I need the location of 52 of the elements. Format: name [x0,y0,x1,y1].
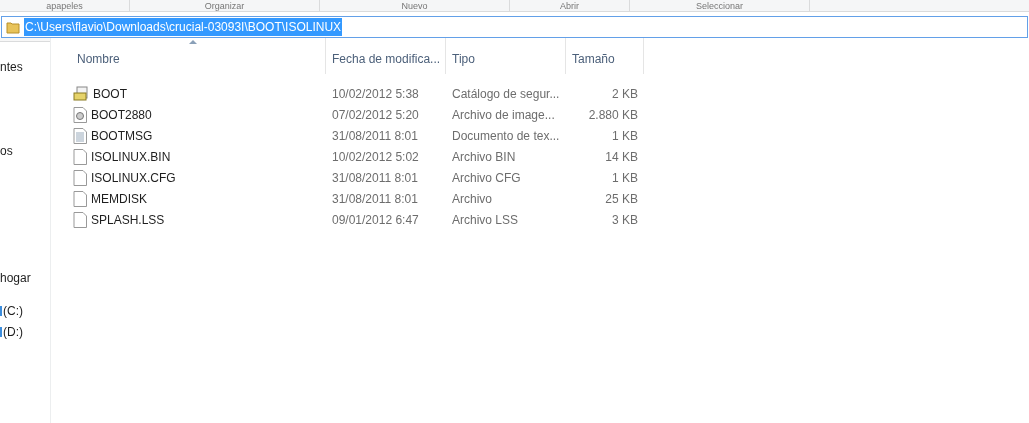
file-name[interactable]: ISOLINUX.BIN [91,147,171,166]
file-type: Archivo CFG [452,170,521,185]
file-date: 10/02/2012 5:02 [332,149,419,164]
file-icon [73,190,87,207]
file-name[interactable]: ISOLINUX.CFG [91,168,176,187]
file-icon [73,169,87,186]
file-type: Archivo LSS [452,212,519,227]
file-name[interactable]: SPLASH.LSS [91,210,165,229]
ribbon-group-label: apapeles [46,0,83,11]
certificate-icon [73,85,89,102]
file-type: Archivo de image... [452,107,555,122]
file-date: 07/02/2012 5:20 [332,107,419,122]
file-size: 1 KB [612,128,638,143]
file-type: Archivo BIN [452,149,516,164]
sort-arrow-icon [189,40,197,44]
sidebar-item[interactable]: (D:) [3,323,23,341]
file-size: 2.880 KB [588,107,638,122]
file-size: 25 KB [605,191,638,206]
column-header[interactable]: Nombre [71,38,326,74]
file-type: Documento de tex... [452,128,560,143]
file-date: 31/08/2011 8:01 [332,128,418,143]
file-name[interactable]: BOOT2880 [91,105,152,124]
ribbon-group-label: Organizar [204,0,245,11]
sidebar-item[interactable]: (C:) [3,302,23,320]
file-size: 1 KB [612,170,638,185]
file-icon [73,148,87,165]
file-date: 31/08/2011 8:01 [332,191,418,206]
file-type: Catálogo de segur... [452,86,560,101]
ribbon-group-label: Seleccionar [696,0,743,11]
file-size: 2 KB [612,86,638,101]
sidebar-item[interactable]: os [0,142,13,160]
file-name[interactable]: MEMDISK [91,189,147,208]
ribbon-group-label: Abrir [560,0,579,11]
column-header[interactable]: Tamaño [566,38,644,74]
file-icon [73,211,87,228]
column-header[interactable]: Tipo [446,38,566,74]
file-date: 31/08/2011 8:01 [332,170,418,185]
sidebar-item[interactable]: ntes [0,58,23,76]
file-size: 3 KB [612,212,638,227]
file-date: 09/01/2012 6:47 [332,212,419,227]
file-name[interactable]: BOOT [93,84,127,103]
file-name[interactable]: BOOTMSG [91,126,153,145]
file-size: 14 KB [605,149,638,164]
file-type: Archivo [452,191,492,206]
sidebar-item[interactable]: hogar [0,269,31,287]
text-file-icon [73,127,87,144]
ribbon-group-label: Nuevo [401,0,428,11]
disc-file-icon [73,106,87,123]
file-date: 10/02/2012 5:38 [332,86,419,101]
address-text: C:\Users\flavio\Downloads\crucial-03093I\BOOT\ISOLINUX [24,18,343,36]
folder-icon [6,20,20,34]
column-header[interactable]: Fecha de modifica... [326,38,446,74]
